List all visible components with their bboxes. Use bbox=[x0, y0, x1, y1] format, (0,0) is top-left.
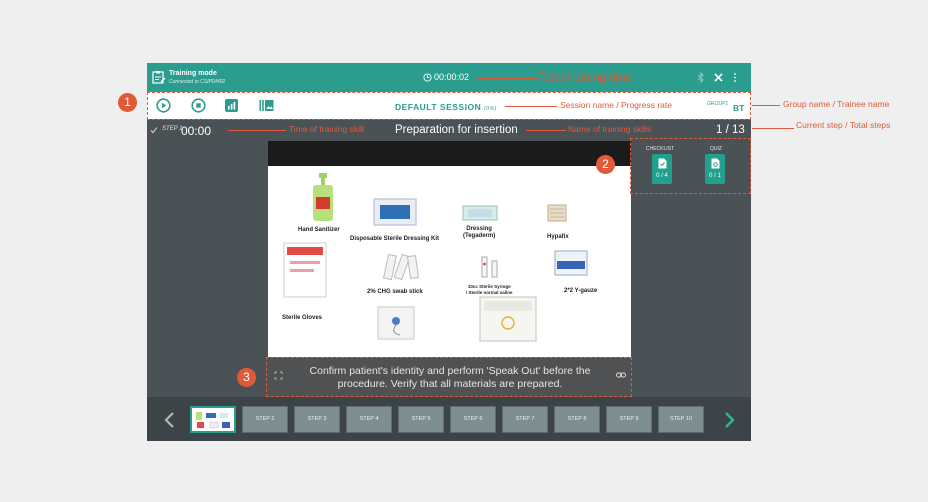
step-thumb-label: STEP 3 bbox=[307, 416, 327, 422]
needle-image bbox=[377, 306, 415, 340]
step-thumb-8[interactable]: STEP 8 bbox=[554, 406, 600, 433]
mode-title: Training mode bbox=[169, 70, 217, 77]
step-thumb-10[interactable]: STEP 10 bbox=[658, 406, 704, 433]
step-filmstrip: STEP 2 STEP 3 STEP 4 STEP 5 STEP 6 STEP … bbox=[147, 397, 751, 441]
connection-status: Connected to CSIPDM02 bbox=[169, 79, 226, 85]
step-label: STEP 1 bbox=[162, 126, 183, 132]
step-thumb-5[interactable]: STEP 5 bbox=[398, 406, 444, 433]
chg-swab-image bbox=[382, 253, 420, 281]
syringe-image bbox=[481, 256, 498, 278]
skill-time: 00:00 bbox=[181, 124, 212, 138]
annotation-skill-time: Time of training skill bbox=[289, 124, 364, 134]
annotation-badge-1: 1 bbox=[118, 93, 137, 112]
dressing-image bbox=[462, 205, 498, 221]
step-thumb-label: STEP 6 bbox=[463, 416, 483, 422]
annotation-box-3 bbox=[266, 357, 632, 397]
gauze-label: 2*2 Y-gauze bbox=[564, 288, 598, 294]
step-thumb-2[interactable]: STEP 2 bbox=[242, 406, 288, 433]
annotation-line-skill-time bbox=[228, 130, 286, 132]
annotation-line-total-time bbox=[477, 78, 537, 80]
bluetooth-icon[interactable] bbox=[697, 72, 705, 83]
annotation-total-time: Total training time bbox=[538, 70, 633, 84]
step-thumb-label: STEP 5 bbox=[411, 416, 431, 422]
timer-value: 00:00:02 bbox=[434, 72, 470, 82]
hypafix-image bbox=[547, 204, 567, 222]
dressing-kit-label: Disposable Sterile Dressing Kit bbox=[350, 236, 440, 242]
chg-swab-label: 2% CHG swab stick bbox=[367, 289, 423, 295]
hand-sanitizer-label: Hand Sanitizer bbox=[298, 227, 340, 233]
step-thumb-label: STEP 2 bbox=[255, 416, 275, 422]
close-icon[interactable] bbox=[713, 72, 724, 83]
step-thumb-label: STEP 8 bbox=[567, 416, 587, 422]
check-icon bbox=[150, 127, 158, 134]
step-thumb-label: STEP 4 bbox=[359, 416, 379, 422]
annotation-line-session bbox=[505, 106, 557, 108]
annotation-current-step: Current step / Total steps bbox=[796, 120, 891, 130]
step-counter: 1 / 13 bbox=[716, 124, 745, 136]
hypafix-label: Hypafix bbox=[547, 234, 569, 240]
step-thumb-label: STEP 10 bbox=[670, 416, 692, 422]
annotation-group: Group name / Trainee name bbox=[783, 99, 890, 109]
skill-name: Preparation for insertion bbox=[395, 124, 518, 136]
training-mode-icon bbox=[152, 71, 166, 84]
step-thumb-9[interactable]: STEP 9 bbox=[606, 406, 652, 433]
annotation-line-group bbox=[752, 105, 780, 107]
step-thumb-label: STEP 9 bbox=[619, 416, 639, 422]
more-icon[interactable] bbox=[733, 72, 737, 83]
sterile-gloves-image bbox=[283, 242, 327, 298]
chevron-left-icon[interactable] bbox=[163, 411, 177, 429]
dressing-label: Dressing (Tegaderm) bbox=[463, 226, 496, 239]
step-thumb-4[interactable]: STEP 4 bbox=[346, 406, 392, 433]
hand-sanitizer-image bbox=[313, 173, 333, 221]
step-thumb-1[interactable] bbox=[190, 406, 236, 433]
clock-icon bbox=[423, 72, 432, 82]
thumb-preview-icon bbox=[196, 412, 230, 429]
step-thumb-6[interactable]: STEP 6 bbox=[450, 406, 496, 433]
image-top-band bbox=[268, 141, 631, 166]
sterile-gloves-label: Sterile Gloves bbox=[282, 315, 323, 321]
dressing-kit-image bbox=[373, 198, 417, 226]
total-timer: 00:00:02 bbox=[423, 72, 469, 82]
step-thumb-label: STEP 7 bbox=[515, 416, 535, 422]
waste-bin-image bbox=[479, 296, 537, 342]
annotation-line-current-step bbox=[752, 128, 794, 130]
step-thumb-3[interactable]: STEP 3 bbox=[294, 406, 340, 433]
annotation-line-skill-name bbox=[526, 130, 566, 132]
chevron-right-icon[interactable] bbox=[722, 411, 736, 429]
annotation-box-2 bbox=[630, 138, 751, 194]
annotation-skill-name: Name of training skills bbox=[568, 124, 652, 134]
annotation-badge-2: 2 bbox=[596, 155, 615, 174]
annotation-badge-3: 3 bbox=[237, 368, 256, 387]
step-thumb-7[interactable]: STEP 7 bbox=[502, 406, 548, 433]
annotation-session: Session name / Progress rate bbox=[560, 100, 672, 110]
gauze-image bbox=[554, 250, 588, 276]
top-bar: Training mode Connected to CSIPDM02 00:0… bbox=[147, 63, 751, 92]
